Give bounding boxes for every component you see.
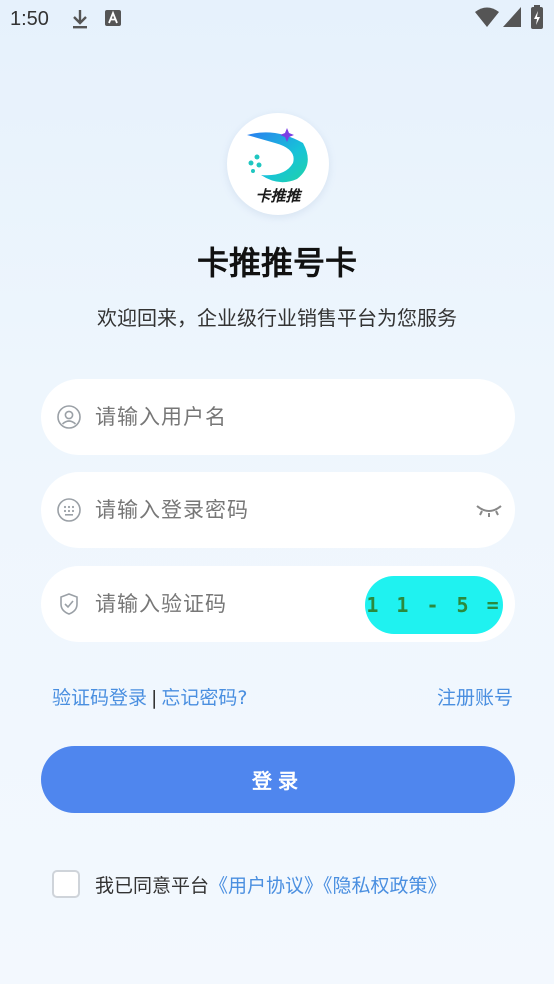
captcha-input[interactable] [95,566,345,642]
agreement-row: 我已同意平台《用户协议》《隐私权政策》 [52,870,522,900]
wifi-icon [475,7,499,27]
forgot-password-link[interactable]: 忘记密码? [161,687,247,709]
user-icon [57,405,81,429]
sms-login-link[interactable]: 验证码登录 [52,687,147,709]
captcha-image[interactable]: 1 1 - 5 = ? [365,576,503,634]
eye-closed-icon[interactable] [475,500,503,520]
captcha-text: 1 1 - 5 = ? [366,593,502,617]
text-icon [105,10,121,26]
status-time: 1:50 [10,8,49,30]
page-subtitle: 欢迎回来，企业级行业销售平台为您服务 [97,306,457,330]
agreement-prefix: 我已同意平台 [95,875,210,897]
agreement-text: 我已同意平台《用户协议》《隐私权政策》 [95,871,447,898]
keypad-icon [57,498,81,522]
battery-icon [531,5,543,29]
login-button[interactable]: 登录 [41,746,515,813]
page-title: 卡推推号卡 [196,244,357,282]
shield-icon [60,593,78,615]
register-link[interactable]: 注册账号 [437,683,513,710]
signal-icon [503,7,521,27]
agreement-checkbox[interactable] [52,870,80,898]
password-input[interactable] [95,472,455,548]
status-bar: 1:50 [0,0,554,40]
user-agreement-link[interactable]: 《用户协议》 [209,875,323,897]
logo-text: 卡推推 [255,187,301,205]
app-logo: 卡推推 [227,113,329,215]
password-field[interactable] [41,472,515,548]
captcha-field[interactable]: 1 1 - 5 = ? [41,566,515,642]
username-field[interactable] [41,379,515,455]
download-icon [73,10,87,29]
login-links: 验证码登录 | 忘记密码? [52,683,248,710]
privacy-policy-link[interactable]: 《隐私权政策》 [323,875,447,897]
link-separator: | [151,687,158,709]
username-input[interactable] [95,379,455,455]
